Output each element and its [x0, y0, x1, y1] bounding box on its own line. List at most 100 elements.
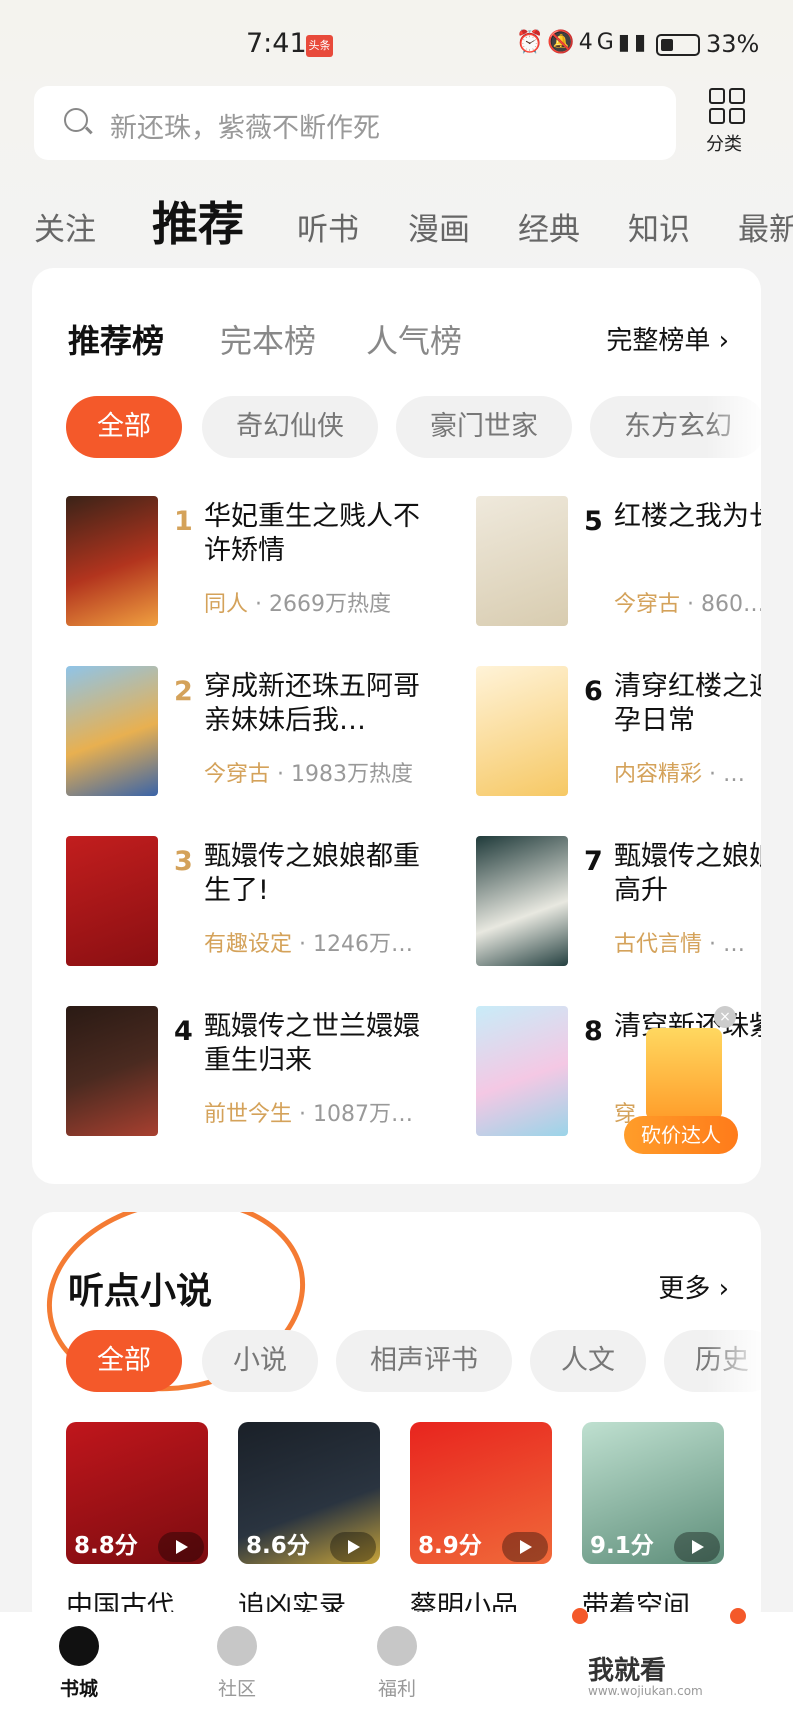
audio-genre-chips: 全部 小说 相声评书 人文 历史	[66, 1330, 761, 1392]
chip-all[interactable]: 全部	[66, 1330, 182, 1392]
bookstore-icon	[59, 1626, 99, 1666]
tab-follow[interactable]: 关注	[34, 204, 96, 249]
book-heat: · 1087万…	[292, 1102, 413, 1127]
watermark-url: www.wojiukan.com	[588, 1684, 703, 1698]
book-title: 华妃重生之贱人不许矫情	[204, 501, 420, 566]
tab-completed-rank[interactable]: 完本榜	[220, 316, 316, 362]
nav-welfare[interactable]: 福利	[352, 1626, 442, 1701]
audio-score: 8.6分	[246, 1533, 310, 1559]
audio-item[interactable]: 9.1分 带着空间	[582, 1422, 724, 1623]
nav-bookstore[interactable]: 书城	[34, 1626, 124, 1701]
rank-number: 8	[584, 1016, 603, 1047]
book-item[interactable]: 7 甄嬛传之娘娘步步高升 古代言情 · …	[476, 836, 761, 968]
book-item[interactable]: 6 清穿红楼之迎春幸孕日常 内容精彩 · …	[476, 666, 761, 798]
notification-dot	[572, 1608, 588, 1624]
book-cover	[66, 666, 158, 796]
play-icon[interactable]	[674, 1532, 720, 1562]
audio-item[interactable]: 8.6分 追凶实录	[238, 1422, 380, 1623]
book-tag: 古代言情	[614, 932, 703, 957]
chip-all[interactable]: 全部	[66, 396, 182, 458]
channel-tabs: 关注 推荐 听书 漫画 经典 知识 最新	[0, 186, 793, 256]
planet-icon	[217, 1626, 257, 1666]
promo-label: 砍价达人	[624, 1116, 738, 1154]
rank-number: 4	[174, 1016, 193, 1047]
genre-chips: 全部 奇幻仙侠 豪门世家 东方玄幻	[66, 396, 761, 458]
tab-popular-rank[interactable]: 人气榜	[366, 316, 462, 362]
book-meta: 今穿古 · 860…	[614, 586, 761, 618]
category-button[interactable]: 分类	[700, 86, 754, 156]
rank-number: 2	[174, 676, 193, 707]
book-title: 甄嬛传之世兰嬛嬛重生归来	[204, 1011, 420, 1076]
book-cover	[476, 836, 568, 966]
book-heat: · …	[702, 762, 745, 787]
gift-icon	[377, 1626, 417, 1666]
tab-recommend-rank[interactable]: 推荐榜	[68, 316, 164, 362]
audio-item[interactable]: 8.9分 蔡明小品	[410, 1422, 552, 1623]
section-title: 听点小说	[68, 1271, 213, 1312]
close-icon[interactable]: ×	[714, 1006, 736, 1028]
status-time: 7:41	[246, 28, 307, 59]
tab-recommend[interactable]: 推荐	[152, 188, 244, 254]
chip-crosstalk[interactable]: 相声评书	[336, 1330, 512, 1392]
book-cover	[476, 666, 568, 796]
search-placeholder: 新还珠，紫薇不断作死	[110, 113, 380, 144]
audio-score: 9.1分	[590, 1533, 654, 1559]
app-badge-icon: 头条	[306, 35, 333, 57]
book-meta: 前世今生 · 1087万…	[204, 1096, 444, 1128]
book-heat: · 1246万…	[292, 932, 413, 957]
tab-audiobook[interactable]: 听书	[297, 204, 359, 249]
book-item[interactable]: 4 甄嬛传之世兰嬛嬛重生归来 前世今生 · 1087万…	[66, 1006, 486, 1138]
rank-number: 7	[584, 846, 603, 877]
book-heat: · 1983万热度	[270, 762, 413, 787]
tab-knowledge[interactable]: 知识	[628, 204, 690, 249]
book-title: 红楼之我为长嫂	[614, 501, 761, 532]
tab-latest[interactable]: 最新	[738, 204, 793, 249]
book-title: 甄嬛传之娘娘都重生了!	[204, 841, 420, 906]
more-link[interactable]: 更多 ›	[658, 1268, 729, 1305]
book-item[interactable]: 3 甄嬛传之娘娘都重生了! 有趣设定 · 1246万…	[66, 836, 486, 968]
tab-comics[interactable]: 漫画	[408, 204, 470, 249]
book-meta: 同人 · 2669万热度	[204, 586, 444, 618]
full-list-link[interactable]: 完整榜单 ›	[606, 320, 729, 357]
bargain-promo[interactable]: × 砍价达人	[624, 1006, 740, 1154]
book-item[interactable]: 5 红楼之我为长嫂 今穿古 · 860…	[476, 496, 761, 628]
rank-number: 5	[584, 506, 603, 537]
audio-score: 8.9分	[418, 1533, 482, 1559]
nav-label: 书城	[59, 1678, 98, 1700]
audio-cover: 8.6分	[238, 1422, 380, 1564]
chip-wealthy-family[interactable]: 豪门世家	[396, 396, 572, 458]
book-tag: 同人	[204, 592, 249, 617]
audio-item[interactable]: 8.8分 中国古代	[66, 1422, 208, 1623]
status-bar: 7:41 头条 ⏰🔕4G▮▮ 33%	[0, 0, 793, 90]
book-title: 穿成新还珠五阿哥亲妹妹后我…	[204, 671, 420, 736]
rank-number: 6	[584, 676, 603, 707]
book-title: 清穿红楼之迎春幸孕日常	[614, 671, 761, 736]
play-icon[interactable]	[158, 1532, 204, 1562]
play-icon[interactable]	[502, 1532, 548, 1562]
book-item[interactable]: 1 华妃重生之贱人不许矫情 同人 · 2669万热度	[66, 496, 486, 628]
audio-score: 8.8分	[74, 1533, 138, 1559]
nav-community[interactable]: 社区	[192, 1626, 282, 1701]
book-meta: 今穿古 · 1983万热度	[204, 756, 444, 788]
book-tag: 今穿古	[614, 592, 681, 617]
chip-fantasy[interactable]: 奇幻仙侠	[202, 396, 378, 458]
tab-classics[interactable]: 经典	[518, 204, 580, 249]
book-meta: 古代言情 · …	[614, 926, 761, 958]
watermark-brand: 我就看	[588, 1656, 667, 1686]
fade-overlay	[706, 1330, 761, 1392]
chip-novel[interactable]: 小说	[202, 1330, 318, 1392]
book-heat: · 860…	[680, 592, 761, 617]
book-title: 甄嬛传之娘娘步步高升	[614, 841, 761, 906]
book-cover	[66, 836, 158, 966]
nav-label: 福利	[377, 1678, 416, 1700]
book-item[interactable]: 2 穿成新还珠五阿哥亲妹妹后我… 今穿古 · 1983万热度	[66, 666, 486, 798]
fade-overlay	[706, 396, 761, 458]
play-icon[interactable]	[330, 1532, 376, 1562]
network-label: 4G	[578, 30, 618, 55]
search-bar[interactable]: 新还珠，紫薇不断作死	[34, 86, 676, 160]
book-heat: · …	[702, 932, 745, 957]
book-cover	[66, 496, 158, 626]
promo-image	[646, 1028, 722, 1120]
chip-humanities[interactable]: 人文	[530, 1330, 646, 1392]
battery-icon	[656, 34, 700, 56]
